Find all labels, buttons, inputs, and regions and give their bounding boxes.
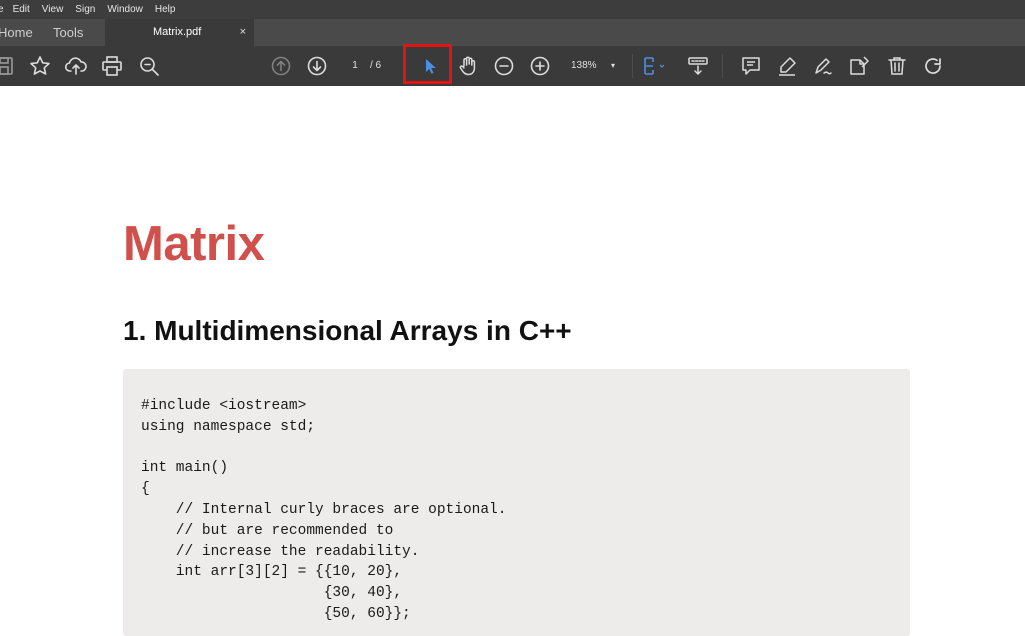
- hand-tool-icon[interactable]: [456, 54, 480, 78]
- page-fit-icon[interactable]: [640, 54, 664, 78]
- edit-text-icon[interactable]: [847, 54, 871, 78]
- code-line: // but are recommended to: [141, 522, 394, 539]
- code-line: {: [141, 481, 150, 498]
- next-page-icon[interactable]: [305, 54, 329, 78]
- code-line: // increase the readability.: [141, 543, 420, 560]
- find-zoom-icon[interactable]: [137, 54, 161, 78]
- code-line: int arr[3][2] = {{10, 20},: [141, 564, 403, 581]
- toolbar: 1 / 6 138% ▾: [0, 46, 1025, 86]
- tab-bar: Home Tools Matrix.pdf ×: [0, 19, 1025, 46]
- menu-window[interactable]: Window: [107, 0, 143, 19]
- page-number-input[interactable]: 1: [348, 58, 362, 74]
- zoom-in-icon[interactable]: [528, 54, 552, 78]
- toolbar-divider: [722, 54, 723, 78]
- save-icon[interactable]: [0, 54, 16, 78]
- section-heading: 1. Multidimensional Arrays in C++: [123, 315, 572, 346]
- page-total: / 6: [370, 60, 382, 71]
- cloud-upload-icon[interactable]: [64, 54, 88, 78]
- code-line: {50, 60}};: [141, 605, 411, 622]
- menu-help[interactable]: Help: [155, 0, 176, 19]
- delete-icon[interactable]: [885, 54, 909, 78]
- code-line: #include <iostream>: [141, 398, 307, 414]
- menu-edit[interactable]: Edit: [13, 0, 30, 19]
- toolbar-divider: [632, 54, 633, 78]
- print-icon[interactable]: [100, 54, 124, 78]
- rotate-icon[interactable]: [921, 54, 945, 78]
- zoom-dropdown-icon[interactable]: ▾: [611, 58, 615, 74]
- previous-page-icon[interactable]: [269, 54, 293, 78]
- code-block: #include <iostream> using namespace std;…: [123, 369, 910, 636]
- code-line: {30, 40},: [141, 585, 403, 602]
- menu-sign[interactable]: Sign: [75, 0, 95, 19]
- menu-view[interactable]: View: [42, 0, 64, 19]
- document-title: Matrix: [123, 217, 265, 271]
- highlight-pen-icon[interactable]: [775, 54, 799, 78]
- close-tab-icon[interactable]: ×: [240, 19, 246, 46]
- comment-icon[interactable]: [739, 54, 763, 78]
- scroll-mode-icon[interactable]: [686, 54, 710, 78]
- sign-pen-icon[interactable]: [811, 54, 835, 78]
- code-line: // Internal curly braces are optional.: [141, 501, 507, 518]
- tab-document-title: Matrix.pdf: [153, 26, 202, 38]
- code-line: using namespace std;: [141, 418, 316, 435]
- star-icon[interactable]: [28, 54, 52, 78]
- menu-file[interactable]: e: [0, 0, 4, 19]
- code-line: int main(): [141, 460, 229, 477]
- zoom-level[interactable]: 138%: [571, 58, 597, 74]
- tab-home[interactable]: Home: [0, 19, 33, 46]
- select-tool-highlight: [403, 44, 452, 84]
- code-text: #include <iostream> using namespace std;…: [141, 396, 506, 625]
- menu-bar: e Edit View Sign Window Help: [0, 0, 1025, 19]
- tab-document[interactable]: Matrix.pdf ×: [105, 19, 254, 46]
- zoom-out-icon[interactable]: [492, 54, 516, 78]
- tab-tools[interactable]: Tools: [53, 19, 83, 46]
